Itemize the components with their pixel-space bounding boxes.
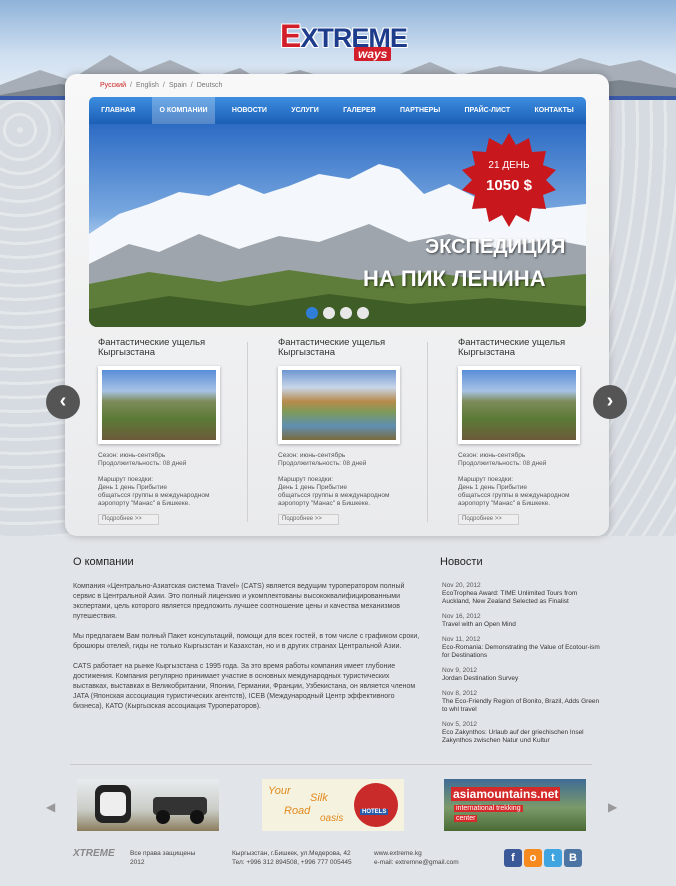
- price-badge[interactable]: 21 ДЕНЬ 1050 $: [462, 133, 556, 227]
- nav-gallery[interactable]: ГАЛЕРЕЯ: [336, 97, 383, 124]
- site-logo[interactable]: EXTREME ways: [268, 6, 410, 66]
- about-heading: О компании: [73, 556, 134, 568]
- more-button[interactable]: Подробнее >>: [98, 514, 159, 525]
- nav-about[interactable]: О КОМПАНИИ: [152, 97, 215, 124]
- language-switcher: Русский / English / Spain / Deutsch: [100, 82, 222, 89]
- badge-days: 21 ДЕНЬ: [488, 160, 530, 171]
- hero-title-line2: НА ПИК ЛЕНИНА: [363, 266, 546, 291]
- slider-dot-2[interactable]: [323, 307, 335, 319]
- slider-dot-3[interactable]: [340, 307, 352, 319]
- news-item[interactable]: Nov 16, 2012 Travel with an Open Mind: [442, 613, 602, 629]
- news-item[interactable]: Nov 11, 2012 Eco-Romania: Demonstrating t…: [442, 636, 602, 660]
- vkontakte-icon[interactable]: B: [564, 849, 582, 867]
- nav-news[interactable]: НОВОСТИ: [225, 97, 274, 124]
- footer-divider: [70, 764, 592, 765]
- nav-home[interactable]: ГЛАВНАЯ: [94, 97, 142, 124]
- tour-title[interactable]: Фантастические ущелья Кыргызстана: [278, 338, 438, 360]
- banner-jeep[interactable]: [77, 779, 219, 831]
- slider-dot-4[interactable]: [357, 307, 369, 319]
- tour-info: Сезон: июнь-сентябрь Продолжительность: …: [278, 452, 390, 507]
- nav-services[interactable]: УСЛУГИ: [284, 97, 326, 124]
- banner-asiamountains[interactable]: asiamountains.net international trekking…: [444, 779, 586, 831]
- nav-pricelist[interactable]: ПРАЙС-ЛИСТ: [458, 97, 518, 124]
- news-item[interactable]: Nov 20, 2012 EcoTrophea Award: TIME Unlim…: [442, 582, 602, 606]
- tour-photo[interactable]: [98, 366, 220, 444]
- slider-dot-1[interactable]: [306, 307, 318, 319]
- tour-title[interactable]: Фантастические ущелья Кыргызстана: [458, 338, 618, 360]
- main-nav: ГЛАВНАЯ О КОМПАНИИ НОВОСТИ УСЛУГИ ГАЛЕРЕ…: [89, 97, 586, 124]
- footer-logo[interactable]: XTREME: [73, 849, 125, 868]
- lang-spain[interactable]: Spain: [169, 82, 187, 89]
- about-paragraph: Мы предлагаем Вам полный Пакет консульта…: [73, 633, 420, 650]
- tour-info: Сезон: июнь-сентябрь Продолжительность: …: [458, 452, 570, 507]
- social-links: f o t B: [504, 849, 582, 867]
- about-paragraph: Компания «Центрально-Азиатская система T…: [73, 583, 405, 620]
- banner-silk-road[interactable]: Your Silk Road oasis HOTELS: [262, 779, 404, 831]
- lang-separator: /: [190, 82, 193, 89]
- footer-rights: Все права защищены 2012: [130, 850, 196, 866]
- about-text: Компания «Центрально-Азиатская система T…: [73, 582, 423, 722]
- tour-title[interactable]: Фантастические ущелья Кыргызстана: [98, 338, 258, 360]
- carousel-prev-button[interactable]: ‹: [46, 385, 80, 419]
- lang-separator: /: [162, 82, 165, 89]
- twitter-icon[interactable]: t: [544, 849, 562, 867]
- nav-contacts[interactable]: КОНТАКТЫ: [527, 97, 580, 124]
- banner-next-icon[interactable]: ▶: [608, 800, 617, 814]
- footer-email[interactable]: e-mail: extremne@gmail.com: [374, 859, 459, 868]
- banner-jeep-illustration: [95, 785, 207, 824]
- tour-photo[interactable]: [458, 366, 580, 444]
- slider-dots: [306, 307, 369, 319]
- silk-road-emblem: [354, 783, 398, 827]
- odnoklassniki-icon[interactable]: o: [524, 849, 542, 867]
- tour-info: Сезон: июнь-сентябрь Продолжительность: …: [98, 452, 210, 507]
- lang-separator: /: [129, 82, 132, 89]
- news-item[interactable]: Nov 5, 2012 Eco Zakynthos: Urlaub auf der…: [442, 721, 602, 745]
- lang-english[interactable]: English: [136, 82, 159, 89]
- about-paragraph: CATS работает на рынке Кыргызстана с 199…: [73, 663, 416, 710]
- tour-card: Фантастические ущелья Кыргызстана Сезон: …: [458, 338, 618, 528]
- badge-price: 1050 $: [486, 177, 532, 194]
- lang-deutsch[interactable]: Deutsch: [197, 82, 223, 89]
- footer-contacts: www.extreme.kg e-mail: extremne@gmail.co…: [374, 850, 459, 867]
- more-button[interactable]: Подробнее >>: [458, 514, 519, 525]
- more-button[interactable]: Подробнее >>: [278, 514, 339, 525]
- footer-web-link[interactable]: www.extreme.kg: [374, 850, 459, 859]
- news-list: Nov 20, 2012 EcoTrophea Award: TIME Unlim…: [442, 582, 602, 752]
- tour-card: Фантастические ущелья Кыргызстана Сезон: …: [98, 338, 258, 528]
- news-item[interactable]: Nov 8, 2012 The Eco-Friendly Region of Bo…: [442, 690, 602, 714]
- news-heading: Новости: [440, 556, 483, 568]
- tour-card: Фантастические ущелья Кыргызстана Сезон: …: [278, 338, 438, 528]
- lang-russian[interactable]: Русский: [100, 82, 126, 89]
- logo-sub: ways: [354, 47, 392, 61]
- facebook-icon[interactable]: f: [504, 849, 522, 867]
- footer-address: Кыргызстан, г.Бишкек, ул.Медерова, 42 Те…: [232, 850, 352, 866]
- tour-photo[interactable]: [278, 366, 400, 444]
- news-item[interactable]: Nov 9, 2012 Jordan Destination Survey: [442, 667, 602, 683]
- nav-partners[interactable]: ПАРТНЕРЫ: [393, 97, 447, 124]
- hero-title-line1: ЭКСПЕДИЦИЯ: [425, 236, 566, 258]
- banner-prev-icon[interactable]: ◀: [46, 800, 55, 814]
